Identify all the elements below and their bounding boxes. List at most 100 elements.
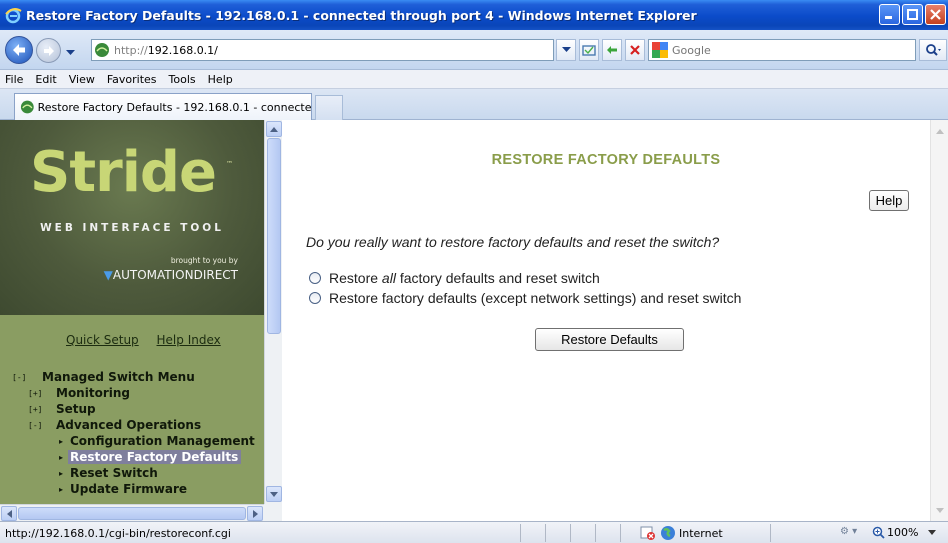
blocked-content-icon (640, 526, 655, 540)
brand-text: AUTOMATIONDIRECT (112, 268, 238, 282)
logo-text: Stride (30, 140, 217, 205)
scroll-down-button[interactable] (933, 503, 947, 517)
globe-icon (661, 526, 675, 540)
scroll-down-button[interactable] (266, 486, 282, 502)
stop-icon (630, 45, 640, 55)
restore-all-option[interactable]: Restore all factory defaults and reset s… (309, 270, 600, 286)
url-dropdown-button[interactable] (556, 39, 576, 61)
tree-item-restore-factory-defaults[interactable]: ▸ Restore Factory Defaults (0, 450, 264, 466)
scroll-up-button[interactable] (933, 124, 947, 138)
tree-item-label: Update Firmware (70, 482, 188, 496)
logo-tagline: WEB INTERFACE TOOL (40, 222, 224, 234)
expand-toggle[interactable]: [+] (28, 405, 42, 414)
menu-favorites[interactable]: Favorites (107, 73, 157, 86)
help-index-link[interactable]: Help Index (157, 333, 221, 347)
bullet-arrow-icon: ▸ (59, 437, 64, 446)
logo-trademark: ™ (226, 160, 233, 168)
bullet-arrow-icon: ▸ (59, 469, 64, 478)
tree-item-label: Restore Factory Defaults (68, 450, 242, 464)
tree-item-monitoring[interactable]: [+] Monitoring (0, 386, 264, 402)
menu-help[interactable]: Help (208, 73, 233, 86)
compatibility-view-icon (582, 45, 596, 56)
refresh-button[interactable] (602, 39, 622, 61)
tree-item-reset-switch[interactable]: ▸ Reset Switch (0, 466, 264, 482)
menu-file[interactable]: File (5, 73, 23, 86)
close-button[interactable] (925, 4, 946, 25)
status-url: http://192.168.0.1/cgi-bin/restoreconf.c… (5, 527, 231, 540)
maximize-button[interactable] (902, 4, 923, 25)
scroll-left-button[interactable] (1, 506, 17, 521)
automationdirect-logo: ▼AUTOMATIONDIRECT (104, 268, 238, 282)
site-favicon-icon (95, 43, 109, 57)
nav-vertical-scrollbar[interactable] (264, 120, 282, 504)
menu-tools[interactable]: Tools (169, 73, 196, 86)
chevron-right-icon (252, 509, 258, 518)
expand-toggle[interactable]: [+] (28, 389, 42, 398)
tab-title: Restore Factory Defaults - 192.168.0.1 -… (37, 100, 311, 114)
restore-except-network-radio[interactable] (309, 292, 321, 304)
tree-item-configuration-management[interactable]: ▸ Configuration Management (0, 434, 264, 450)
confirmation-question: Do you really want to restore factory de… (306, 234, 720, 250)
search-button[interactable] (919, 39, 947, 61)
tree-item-label: Managed Switch Menu (42, 370, 195, 384)
tree-item-label: Monitoring (56, 386, 130, 400)
menu-edit[interactable]: Edit (35, 73, 56, 86)
scroll-up-button[interactable] (266, 121, 282, 137)
content-vertical-scrollbar[interactable] (930, 120, 948, 521)
recent-pages-dropdown[interactable] (66, 46, 75, 59)
scroll-right-button[interactable] (247, 506, 263, 521)
zoom-icon (872, 526, 885, 539)
menu-view[interactable]: View (69, 73, 95, 86)
tree-item-managed-switch-menu[interactable]: [-] Managed Switch Menu (0, 370, 264, 386)
security-zone[interactable]: Internet (640, 525, 723, 541)
tree-item-update-firmware[interactable]: ▸ Update Firmware (0, 482, 264, 498)
status-bar: http://192.168.0.1/cgi-bin/restoreconf.c… (0, 521, 948, 543)
option-label-pre: Restore (329, 270, 382, 286)
scrollbar-corner (264, 504, 282, 521)
chevron-left-icon (6, 509, 12, 518)
tree-item-setup[interactable]: [+] Setup (0, 402, 264, 418)
tree-item-label: Reset Switch (70, 466, 158, 480)
collapse-toggle[interactable]: [-] (12, 373, 26, 382)
chevron-down-icon (936, 507, 944, 513)
url-field[interactable]: http://192.168.0.1/ (91, 39, 554, 61)
managed-switch-menu-tree: [-] Managed Switch Menu [+] Monitoring [… (0, 370, 264, 498)
search-field[interactable] (648, 39, 916, 61)
scroll-thumb[interactable] (267, 138, 281, 334)
new-tab-button[interactable] (315, 95, 343, 120)
chevron-down-icon (66, 50, 75, 55)
quick-setup-link[interactable]: Quick Setup (66, 333, 139, 347)
compatibility-view-button[interactable] (579, 39, 599, 61)
back-button[interactable] (5, 36, 33, 64)
minimize-icon (885, 16, 892, 19)
nav-horizontal-scrollbar[interactable] (0, 504, 264, 521)
tab-restore-factory-defaults[interactable]: Restore Factory Defaults - 192.168.0.1 -… (14, 93, 312, 120)
chevron-up-icon (270, 126, 278, 132)
site-favicon-icon (20, 100, 34, 114)
zoom-level: 100% (887, 526, 919, 539)
restore-all-radio[interactable] (309, 272, 321, 284)
help-button[interactable]: Help (869, 190, 909, 211)
back-arrow-icon (13, 44, 25, 56)
protected-mode-icon[interactable]: ⚙ ▾ (840, 526, 857, 537)
forward-arrow-icon (43, 45, 54, 56)
navigation-frame: Stride ™ WEB INTERFACE TOOL brought to y… (0, 120, 282, 526)
content-frame: RESTORE FACTORY DEFAULTS Help Do you rea… (282, 120, 930, 521)
triangle-icon: ▼ (103, 268, 113, 282)
search-input[interactable] (672, 43, 872, 57)
restore-defaults-button[interactable]: Restore Defaults (535, 328, 684, 351)
stop-button[interactable] (625, 39, 645, 61)
chevron-up-icon (936, 128, 944, 134)
forward-button[interactable] (36, 38, 61, 63)
collapse-toggle[interactable]: [-] (28, 421, 42, 430)
zoom-control[interactable]: 100% (872, 526, 937, 539)
minimize-button[interactable] (879, 4, 900, 25)
address-toolbar: http://192.168.0.1/ (0, 30, 948, 70)
maximize-icon (907, 9, 918, 20)
tab-bar: Restore Factory Defaults - 192.168.0.1 -… (0, 89, 948, 120)
restore-except-network-option[interactable]: Restore factory defaults (except network… (309, 290, 741, 306)
tree-item-advanced-operations[interactable]: [-] Advanced Operations (0, 418, 264, 434)
scroll-thumb[interactable] (18, 507, 246, 520)
bullet-arrow-icon: ▸ (59, 453, 64, 462)
window-title-bar[interactable]: Restore Factory Defaults - 192.168.0.1 -… (0, 0, 948, 30)
